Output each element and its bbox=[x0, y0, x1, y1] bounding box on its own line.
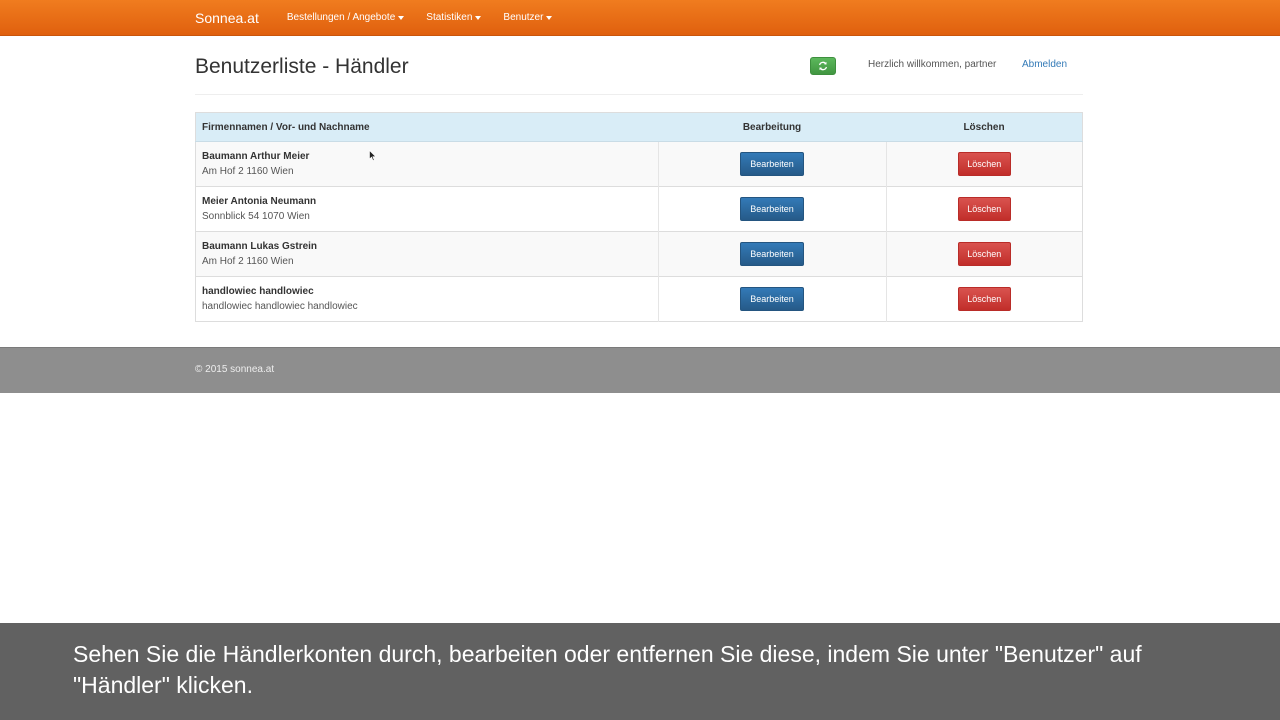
caret-down-icon bbox=[398, 15, 405, 20]
delete-button[interactable]: Löschen bbox=[957, 287, 1011, 311]
table-row: Meier Antonia Neumann Sonnblick 54 1070 … bbox=[195, 186, 1083, 232]
user-address: handlowiec handlowiec handlowiec bbox=[202, 301, 358, 312]
user-address: Sonnblick 54 1070 Wien bbox=[202, 211, 310, 222]
delete-button[interactable]: Löschen bbox=[957, 197, 1011, 221]
page-title: Benutzerliste - Händler bbox=[195, 55, 409, 78]
caret-down-icon bbox=[475, 15, 482, 20]
edit-button[interactable]: Bearbeiten bbox=[740, 197, 804, 221]
user-address: Am Hof 2 1160 Wien bbox=[202, 256, 294, 267]
column-header-name: Firmennamen / Vor- und Nachname bbox=[195, 112, 658, 142]
nav-item-statistics-label: Statistiken bbox=[426, 12, 473, 23]
delete-button[interactable]: Löschen bbox=[957, 152, 1011, 176]
caret-down-icon bbox=[546, 15, 553, 20]
refresh-icon bbox=[818, 61, 828, 71]
page-header: Benutzerliste - Händler Herzlich willkom… bbox=[195, 48, 1083, 95]
footer: © 2015 sonnea.at bbox=[0, 347, 1280, 393]
user-name: Baumann Arthur Meier bbox=[202, 151, 310, 162]
edit-cell: Bearbeiten bbox=[657, 186, 886, 232]
column-header-delete: Löschen bbox=[886, 112, 1083, 142]
nav-item-users-label: Benutzer bbox=[503, 12, 544, 23]
edit-cell: Bearbeiten bbox=[657, 231, 886, 277]
edit-button[interactable]: Bearbeiten bbox=[740, 287, 804, 311]
refresh-button[interactable] bbox=[810, 57, 836, 75]
name-cell: Meier Antonia Neumann Sonnblick 54 1070 … bbox=[195, 186, 658, 232]
table-row: Baumann Lukas Gstrein Am Hof 2 1160 Wien… bbox=[195, 231, 1083, 277]
name-cell: Baumann Lukas Gstrein Am Hof 2 1160 Wien bbox=[195, 231, 658, 277]
delete-cell: Löschen bbox=[885, 231, 1083, 277]
brand-link[interactable]: Sonnea.at bbox=[195, 10, 259, 26]
delete-button[interactable]: Löschen bbox=[957, 242, 1011, 266]
user-name: Baumann Lukas Gstrein bbox=[202, 241, 318, 252]
nav-item-users[interactable]: Benutzer bbox=[503, 12, 553, 23]
user-name: Meier Antonia Neumann bbox=[202, 196, 317, 207]
navbar-inner: Sonnea.at Bestellungen / Angebote Statis… bbox=[195, 0, 574, 35]
edit-button[interactable]: Bearbeiten bbox=[740, 242, 804, 266]
edit-cell: Bearbeiten bbox=[657, 141, 886, 187]
navbar: Sonnea.at Bestellungen / Angebote Statis… bbox=[0, 0, 1280, 36]
mouse-pointer-icon bbox=[369, 150, 377, 161]
user-table: Firmennamen / Vor- und Nachname Bearbeit… bbox=[195, 112, 1083, 322]
column-header-edit: Bearbeitung bbox=[658, 112, 886, 142]
user-address: Am Hof 2 1160 Wien bbox=[202, 166, 294, 177]
table-header-row: Firmennamen / Vor- und Nachname Bearbeit… bbox=[195, 112, 1083, 142]
table-row: Baumann Arthur Meier Am Hof 2 1160 Wien … bbox=[195, 141, 1083, 187]
caption-text: Sehen Sie die Händlerkonten durch, bearb… bbox=[73, 641, 1142, 698]
name-cell: handlowiec handlowiec handlowiec handlow… bbox=[195, 276, 658, 322]
nav-item-statistics[interactable]: Statistiken bbox=[426, 12, 482, 23]
edit-button[interactable]: Bearbeiten bbox=[740, 152, 804, 176]
delete-cell: Löschen bbox=[885, 141, 1083, 187]
name-cell: Baumann Arthur Meier Am Hof 2 1160 Wien bbox=[195, 141, 658, 187]
nav-item-orders-label: Bestellungen / Angebote bbox=[286, 12, 396, 23]
edit-cell: Bearbeiten bbox=[657, 276, 886, 322]
nav-item-orders[interactable]: Bestellungen / Angebote bbox=[286, 12, 405, 23]
caption-bar: Sehen Sie die Händlerkonten durch, bearb… bbox=[0, 623, 1280, 720]
logout-link[interactable]: Abmelden bbox=[1022, 59, 1067, 70]
user-name: handlowiec handlowiec bbox=[202, 286, 314, 297]
footer-copyright: © 2015 sonnea.at bbox=[195, 364, 275, 375]
welcome-text: Herzlich willkommen, partner bbox=[868, 59, 997, 70]
delete-cell: Löschen bbox=[885, 186, 1083, 232]
table-row: handlowiec handlowiec handlowiec handlow… bbox=[195, 276, 1083, 322]
delete-cell: Löschen bbox=[885, 276, 1083, 322]
